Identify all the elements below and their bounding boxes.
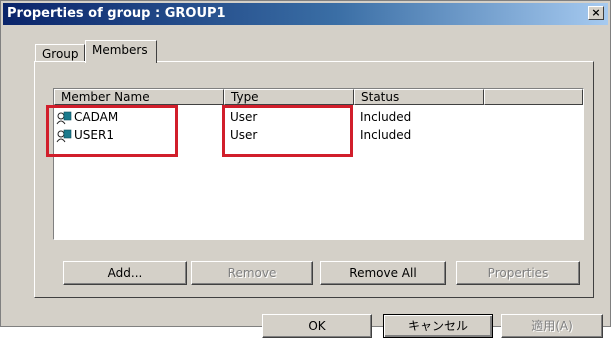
tab-group[interactable]: Group [35,44,85,62]
annotation-box-types [222,105,353,157]
properties-button[interactable]: Properties [456,261,580,285]
title-bar[interactable]: Properties of group : GROUP1 × [3,3,608,25]
column-header-type[interactable]: Type [224,89,354,105]
ok-button[interactable]: OK [262,314,372,338]
column-header-member-name[interactable]: Member Name [54,89,224,105]
list-header: Member Name Type Status [54,89,583,105]
window-title: Properties of group : GROUP1 [7,6,226,21]
close-button[interactable]: × [588,6,604,20]
tab-members[interactable]: Members [85,40,157,63]
remove-all-button[interactable]: Remove All [320,261,446,285]
column-header-status[interactable]: Status [354,89,484,105]
properties-dialog: Properties of group : GROUP1 × Group Mem… [0,0,611,338]
column-header-empty [484,89,583,105]
annotation-box-member-names [46,105,178,157]
apply-button[interactable]: 適用(A) [501,314,603,338]
cancel-button[interactable]: キャンセル [383,314,493,338]
add-button[interactable]: Add... [63,261,187,285]
remove-button[interactable]: Remove [191,261,313,285]
member-status: Included [360,110,412,124]
member-status: Included [360,128,412,142]
